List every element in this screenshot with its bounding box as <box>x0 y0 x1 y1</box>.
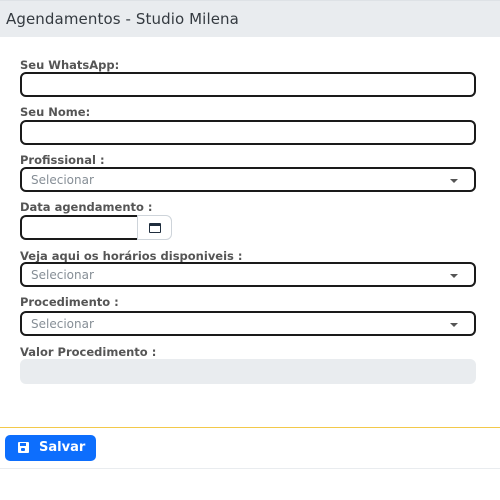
page-title: Agendamentos - Studio Milena <box>6 10 239 28</box>
whatsapp-label: Seu WhatsApp: <box>20 58 120 72</box>
available-times-select[interactable]: Selecionar <box>20 262 476 287</box>
chevron-down-icon <box>450 323 458 327</box>
procedure-value-field <box>20 359 476 384</box>
calendar-icon <box>149 223 161 233</box>
name-input[interactable] <box>20 120 476 145</box>
date-input[interactable] <box>20 215 138 240</box>
whatsapp-input[interactable] <box>20 72 476 97</box>
procedure-value-label: Valor Procedimento : <box>20 345 157 359</box>
page-header: Agendamentos - Studio Milena <box>0 0 500 37</box>
footer-bottom-border <box>0 468 500 469</box>
available-times-label: Veja aqui os horários disponiveis : <box>20 249 243 263</box>
chevron-down-icon <box>450 179 458 183</box>
floppy-disk-icon <box>18 442 29 453</box>
procedure-label: Procedimento : <box>20 295 119 309</box>
date-picker-button[interactable] <box>137 215 172 240</box>
procedure-select-value: Selecionar <box>31 317 94 331</box>
save-button[interactable]: Salvar <box>5 435 96 461</box>
professional-select[interactable]: Selecionar <box>20 167 476 192</box>
footer-divider <box>0 427 500 428</box>
professional-label: Profissional : <box>20 153 105 167</box>
procedure-select[interactable]: Selecionar <box>20 311 476 336</box>
available-times-select-value: Selecionar <box>31 268 94 282</box>
professional-select-value: Selecionar <box>31 173 94 187</box>
save-button-label: Salvar <box>39 440 86 455</box>
name-label: Seu Nome: <box>20 105 91 119</box>
chevron-down-icon <box>450 274 458 278</box>
date-label: Data agendamento : <box>20 200 153 214</box>
